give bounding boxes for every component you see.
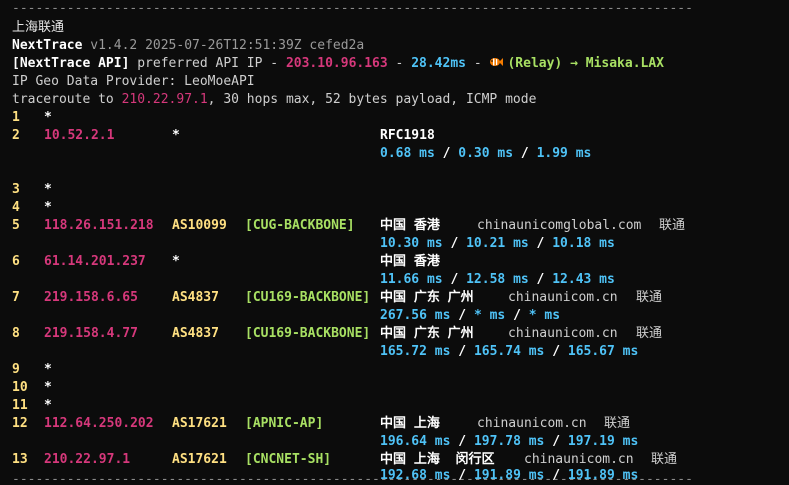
hop-timeout: * <box>44 182 52 197</box>
hop-ip: 61.14.201.237 <box>44 254 146 269</box>
hop-timeout: * <box>44 380 52 395</box>
rtt-1: 196.64 ms <box>380 434 451 449</box>
hop-rtt: 0.68 ms / 0.30 ms / 1.99 ms <box>380 146 592 161</box>
hop-number: 4 <box>12 200 20 215</box>
hop-tag: [APNIC-AP] <box>245 416 324 431</box>
hop-timeout: * <box>44 362 52 377</box>
version-line: NextTrace v1.4.2 2025-07-26T12:51:39Z ce… <box>12 37 364 55</box>
fish-icon <box>490 58 504 66</box>
traceroute-line: traceroute to 210.22.97.1, 30 hops max, … <box>12 91 536 109</box>
hop-geo: 中国 香港 <box>380 254 440 269</box>
rtt-2: 10.21 ms <box>466 236 529 251</box>
hop-number: 12 <box>12 416 28 431</box>
hop-rtt: 267.56 ms / * ms / * ms <box>380 308 561 323</box>
hop-domain: chinaunicom.cn <box>508 326 618 341</box>
hop-asn: AS17621 <box>172 416 227 431</box>
hop-rtt: 196.64 ms / 197.78 ms / 197.19 ms <box>380 434 639 449</box>
rtt-1: 165.72 ms <box>380 344 451 359</box>
hop-asn: AS17621 <box>172 452 227 467</box>
hop-number: 1 <box>12 110 20 125</box>
api-latency: 28.42ms <box>411 56 466 71</box>
hop-tag: [CU169-BACKBONE] <box>245 290 371 305</box>
hop-isp: 联通 <box>651 452 678 467</box>
hop-ip: 219.158.6.65 <box>44 290 138 305</box>
dash-1: - <box>395 56 404 71</box>
rtt-1: 0.68 ms <box>380 146 435 161</box>
hop-domain: chinaunicomglobal.com <box>477 218 642 233</box>
traceroute-prefix: traceroute to <box>12 92 114 107</box>
hop-isp: 联通 <box>636 290 663 305</box>
rtt-3: 165.67 ms <box>567 344 639 359</box>
rtt-2: 197.78 ms <box>473 434 545 449</box>
target-ip: 210.22.97.1 <box>121 92 208 107</box>
terminal-window: ----------------------------------------… <box>0 0 789 485</box>
relay-label: (Relay) <box>507 56 563 71</box>
hop-domain: chinaunicom.cn <box>477 416 587 431</box>
hop-ip: 112.64.250.202 <box>44 416 154 431</box>
hop-domain: chinaunicom.cn <box>508 290 618 305</box>
rtt-3: * ms <box>528 308 561 323</box>
hop-number: 6 <box>12 254 20 269</box>
hop-number: 9 <box>12 362 20 377</box>
rtt-2: 12.58 ms <box>466 272 529 287</box>
hop-number: 10 <box>12 380 28 395</box>
api-text: preferred API IP - <box>137 56 279 71</box>
hop-isp: 联通 <box>636 326 663 341</box>
hop-ip: 219.158.4.77 <box>44 326 138 341</box>
api-line: [NextTrace API] preferred API IP - 203.1… <box>12 55 664 73</box>
rtt-2: 165.74 ms <box>473 344 545 359</box>
rtt-1: 267.56 ms <box>380 308 451 323</box>
hop-asn: * <box>172 128 180 143</box>
hop-number: 3 <box>12 182 20 197</box>
hop-ip: 210.22.97.1 <box>44 452 131 467</box>
hop-asn: AS4837 <box>172 290 219 305</box>
hop-tag: [CU169-BACKBONE] <box>245 326 371 341</box>
hop-tag: [CUG-BACKBONE] <box>245 218 355 233</box>
traceroute-suffix: , 30 hops max, 52 bytes payload, ICMP mo… <box>207 92 537 107</box>
hop-isp: 联通 <box>604 416 631 431</box>
hop-geo: 中国 广东 广州 <box>380 290 474 305</box>
location-title: 上海联通 <box>12 20 65 35</box>
hop-geo: 中国 广东 广州 <box>380 326 474 341</box>
rtt-2: 0.30 ms <box>458 146 514 161</box>
hop-geo: RFC1918 <box>380 128 435 143</box>
geo-provider-line: IP Geo Data Provider: LeoMoeAPI <box>12 74 255 89</box>
hop-number: 2 <box>12 128 20 143</box>
hop-rtt: 10.30 ms / 10.21 ms / 10.18 ms <box>380 236 615 251</box>
hop-geo: 中国 香港 <box>380 218 440 233</box>
hop-number: 13 <box>12 452 28 467</box>
version-text: v1.4.2 2025-07-26T12:51:39Z cefed2a <box>90 38 365 53</box>
rtt-1: 10.30 ms <box>380 236 443 251</box>
api-label: [NextTrace API] <box>12 56 130 71</box>
hop-timeout: * <box>44 200 52 215</box>
hop-asn: AS4837 <box>172 326 219 341</box>
hop-timeout: * <box>44 110 52 125</box>
hop-number: 7 <box>12 290 20 305</box>
hop-number: 8 <box>12 326 20 341</box>
relay-target: → Misaka.LAX <box>570 56 665 71</box>
rtt-3: 12.43 ms <box>552 272 615 287</box>
hop-ip: 118.26.151.218 <box>44 218 154 233</box>
hop-rtt: 11.66 ms / 12.58 ms / 12.43 ms <box>380 272 615 287</box>
hop-number: 5 <box>12 218 20 233</box>
dash-2: - <box>473 56 482 71</box>
hop-ip: 10.52.2.1 <box>44 128 115 143</box>
rtt-3: 197.19 ms <box>567 434 639 449</box>
rtt-1: 11.66 ms <box>380 272 443 287</box>
hop-timeout: * <box>44 398 52 413</box>
separator-bottom: ----------------------------------------… <box>12 474 693 485</box>
hop-isp: 联通 <box>659 218 686 233</box>
hop-geo: 中国 上海 <box>380 416 440 431</box>
separator-top: ----------------------------------------… <box>12 1 693 16</box>
hop-asn: * <box>172 254 180 269</box>
rtt-2: * ms <box>473 308 506 323</box>
app-name: NextTrace <box>12 38 83 53</box>
hop-tag: [CNCNET-SH] <box>245 452 332 467</box>
hop-asn: AS10099 <box>172 218 227 233</box>
rtt-3: 10.18 ms <box>552 236 615 251</box>
rtt-3: 1.99 ms <box>536 146 592 161</box>
hop-rtt: 165.72 ms / 165.74 ms / 165.67 ms <box>380 344 639 359</box>
hop-number: 11 <box>12 398 28 413</box>
api-ip: 203.10.96.163 <box>285 56 388 71</box>
